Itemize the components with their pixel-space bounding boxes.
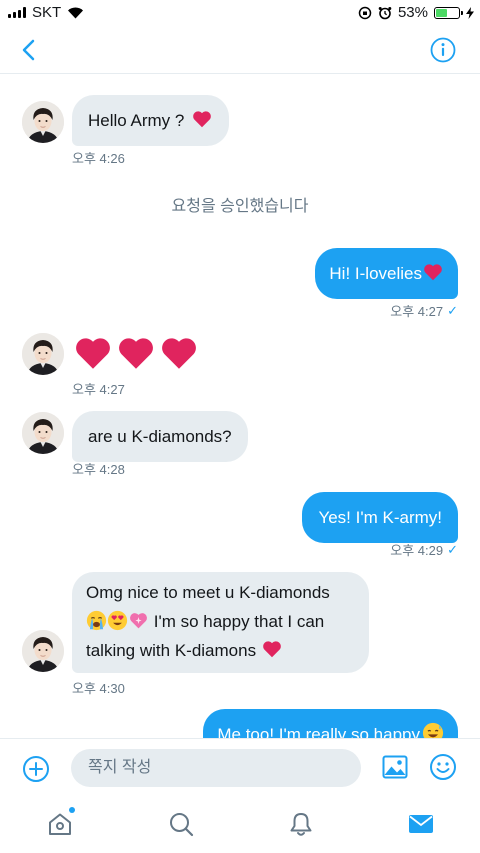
red-heart-icon xyxy=(76,338,110,369)
system-message: 요청을 승인했습니다 xyxy=(171,198,309,215)
notification-dot xyxy=(69,807,75,813)
message-text: Hi! I-lovelies xyxy=(329,264,422,283)
message-timestamp: 오후 4:27 xyxy=(390,304,444,319)
message-bubble-incoming: Hello Army ? xyxy=(72,95,230,146)
message-text: Hello Army ? xyxy=(88,111,185,130)
message-bubble-incoming: Omg nice to meet u K-diamonds I'm so hap… xyxy=(72,572,369,673)
add-button[interactable] xyxy=(22,755,50,783)
message-text: Yes! I'm K-army! xyxy=(318,508,442,527)
red-heart-icon xyxy=(262,641,281,658)
back-button[interactable] xyxy=(16,36,44,64)
red-heart-icon xyxy=(193,111,211,128)
message-timestamp: 오후 4:26 xyxy=(72,151,125,166)
info-button[interactable] xyxy=(430,37,456,63)
message-text: are u K-diamonds? xyxy=(88,427,232,446)
message-timestamp: 오후 4:29 xyxy=(390,543,444,558)
search-icon xyxy=(170,813,194,837)
signal-icon xyxy=(8,7,26,18)
charging-icon xyxy=(466,6,474,19)
orientation-lock-icon xyxy=(358,6,372,19)
alarm-icon xyxy=(378,6,392,19)
wifi-icon xyxy=(68,7,84,19)
heart-eyes-face-icon xyxy=(107,610,128,631)
tab-search[interactable] xyxy=(167,810,195,838)
tab-home[interactable] xyxy=(46,807,75,838)
home-icon xyxy=(49,813,71,835)
read-check-icon: ✓ xyxy=(447,541,458,557)
status-bar: SKT 53% xyxy=(0,0,480,26)
carrier-label: SKT xyxy=(32,4,62,21)
avatar[interactable] xyxy=(22,412,64,454)
message-text-line: Omg nice to meet u K-diamonds xyxy=(86,583,330,602)
image-button[interactable] xyxy=(381,753,409,781)
message-bubble-outgoing: Yes! I'm K-army! xyxy=(302,492,458,543)
message-text-line: talking with K-diamons xyxy=(86,641,257,660)
battery-icon xyxy=(434,6,463,19)
message-input[interactable] xyxy=(71,749,361,787)
avatar[interactable] xyxy=(22,630,64,672)
message-timestamp: 오후 4:27 xyxy=(72,382,125,397)
message-bubble-outgoing: Hi! I-lovelies xyxy=(315,248,458,299)
red-heart-icon xyxy=(162,338,196,369)
mail-icon xyxy=(409,815,433,833)
crying-face-icon xyxy=(86,610,107,631)
red-heart-icon xyxy=(119,338,153,369)
message-timestamp: 오후 4:30 xyxy=(72,681,125,696)
message-meta: 오후 4:29 ✓ xyxy=(390,540,458,559)
nav-bar xyxy=(0,26,480,74)
compose-bar xyxy=(0,738,480,798)
tab-messages[interactable] xyxy=(407,810,435,838)
bell-icon xyxy=(290,813,312,836)
avatar[interactable] xyxy=(22,333,64,375)
message-bubble-incoming: are u K-diamonds? xyxy=(72,411,248,462)
tab-bar xyxy=(0,798,480,853)
battery-percent: 53% xyxy=(397,4,428,21)
read-check-icon: ✓ xyxy=(447,302,458,318)
sparkling-heart-icon xyxy=(130,613,147,629)
message-timestamp: 오후 4:28 xyxy=(72,462,125,477)
tab-notifications[interactable] xyxy=(287,810,315,838)
avatar[interactable] xyxy=(22,101,64,143)
heart-emoji-message xyxy=(72,332,200,374)
red-heart-icon xyxy=(424,264,442,281)
emoji-button[interactable] xyxy=(429,753,457,781)
message-text-line: I'm so happy that I can xyxy=(153,612,325,631)
message-meta: 오후 4:27 ✓ xyxy=(390,301,458,320)
